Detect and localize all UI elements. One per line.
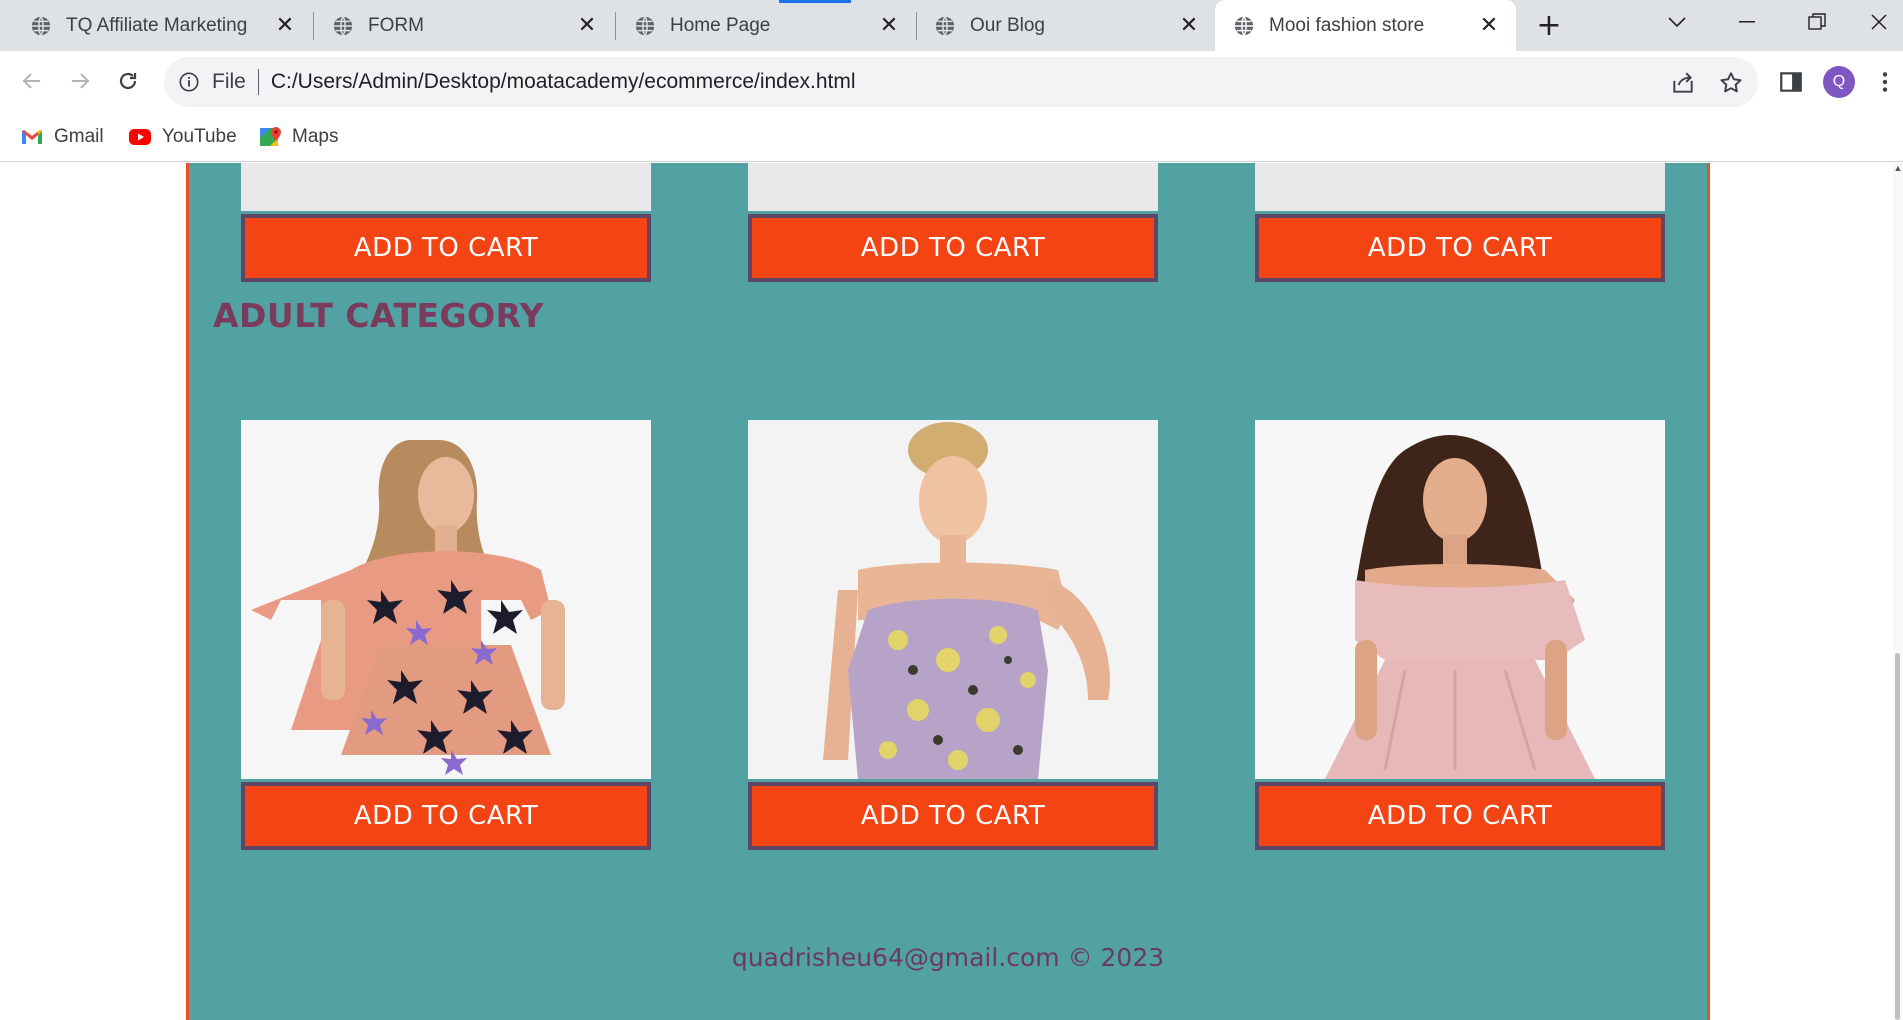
globe-icon [31,15,51,36]
forward-button[interactable] [60,61,100,101]
bookmark-gmail[interactable]: Gmail [20,123,104,151]
dress-floral-strapless-photo [748,420,1158,779]
scheme-label: File [212,70,246,93]
tab-search-button[interactable] [1647,0,1707,44]
product-image [1255,163,1665,211]
close-icon[interactable]: ✕ [1478,13,1500,38]
add-to-cart-button[interactable]: ADD TO CART [748,214,1158,282]
url-text[interactable]: C:/Users/Admin/Desktop/moatacademy/ecomm… [271,70,856,94]
close-icon[interactable]: ✕ [576,13,598,38]
side-panel-icon[interactable] [1778,69,1804,95]
minimize-icon [1739,21,1755,23]
tab-title: Home Page [670,14,771,36]
tab-our-blog[interactable]: Our Blog ✕ [904,0,1216,51]
bookmark-maps[interactable]: Maps [258,123,338,151]
kebab-menu-icon[interactable] [1878,69,1892,95]
page-footer: quadrisheu64@gmail.com © 2023 [731,943,1165,972]
browser-toolbar: File C:/Users/Admin/Desktop/moatacademy/… [0,51,1903,113]
restore-icon [1808,13,1826,30]
bookmark-label: YouTube [162,126,237,147]
bookmark-label: Gmail [54,126,104,147]
bookmark-label: Maps [292,126,339,147]
product-image-star-dress[interactable] [241,420,651,779]
product-image-pink-dress[interactable] [1255,420,1665,779]
close-icon[interactable]: ✕ [1178,13,1200,38]
star-icon[interactable] [1718,70,1744,96]
product-image [748,163,1158,211]
tab-mooi-fashion-store[interactable]: Mooi fashion store ✕ [1215,0,1516,51]
reload-icon [119,72,137,90]
arrow-left-icon [22,73,40,89]
dress-star-print-photo [241,420,651,779]
add-to-cart-button[interactable]: ADD TO CART [748,782,1158,850]
reload-button[interactable] [108,61,148,101]
omnibox-divider [257,69,259,95]
globe-icon [935,15,955,36]
arrow-right-icon [72,73,90,89]
page-viewport: ADD TO CART ADD TO CART ADD TO CART ADUL… [0,163,1903,1020]
add-to-cart-button[interactable]: ADD TO CART [1255,782,1665,850]
scroll-up-arrow-icon[interactable]: ▲ [1893,163,1903,175]
browser-window: TQ Affiliate Marketing ✕ FORM ✕ Home Pag… [0,0,1903,1020]
vertical-scrollbar[interactable]: ▲ [1893,163,1903,1020]
restore-button[interactable] [1787,0,1847,44]
tab-strip: TQ Affiliate Marketing ✕ FORM ✕ Home Pag… [0,0,1903,51]
youtube-icon [129,129,151,145]
add-to-cart-button[interactable]: ADD TO CART [241,782,651,850]
address-bar[interactable]: File C:/Users/Admin/Desktop/moatacademy/… [164,57,1758,107]
tab-title: TQ Affiliate Marketing [66,14,248,36]
globe-icon [1234,15,1254,36]
back-button[interactable] [12,61,52,101]
gmail-icon [22,130,42,144]
product-image [241,163,651,211]
tab-form[interactable]: FORM ✕ [302,0,614,51]
tab-home-page[interactable]: Home Page ✕ [604,0,916,51]
profile-avatar[interactable]: Q [1823,66,1855,98]
tab-tq-affiliate[interactable]: TQ Affiliate Marketing ✕ [0,0,312,51]
close-icon [1871,14,1887,30]
bookmarks-bar: Gmail YouTube Maps [0,113,1903,162]
store-container: ADD TO CART ADD TO CART ADD TO CART ADUL… [186,163,1710,1020]
dress-pink-off-shoulder-photo [1255,420,1665,779]
scrollbar-thumb[interactable] [1895,653,1900,1020]
close-window-button[interactable] [1855,0,1903,44]
minimize-button[interactable] [1717,0,1777,44]
globe-icon [635,15,655,36]
close-icon[interactable]: ✕ [878,13,900,38]
tab-title: FORM [368,14,424,36]
category-heading: ADULT CATEGORY [213,296,545,335]
bookmark-youtube[interactable]: YouTube [128,123,237,151]
close-icon[interactable]: ✕ [274,13,296,38]
globe-icon [333,15,353,36]
chevron-down-icon [1668,17,1686,28]
add-to-cart-button[interactable]: ADD TO CART [241,214,651,282]
info-icon[interactable] [178,71,200,93]
tab-title: Mooi fashion store [1269,14,1425,36]
new-tab-button[interactable]: + [1532,8,1566,43]
add-to-cart-button[interactable]: ADD TO CART [1255,214,1665,282]
maps-icon [260,127,281,146]
tab-title: Our Blog [970,14,1045,36]
share-icon[interactable] [1670,70,1696,96]
product-image-floral-dress[interactable] [748,420,1158,779]
